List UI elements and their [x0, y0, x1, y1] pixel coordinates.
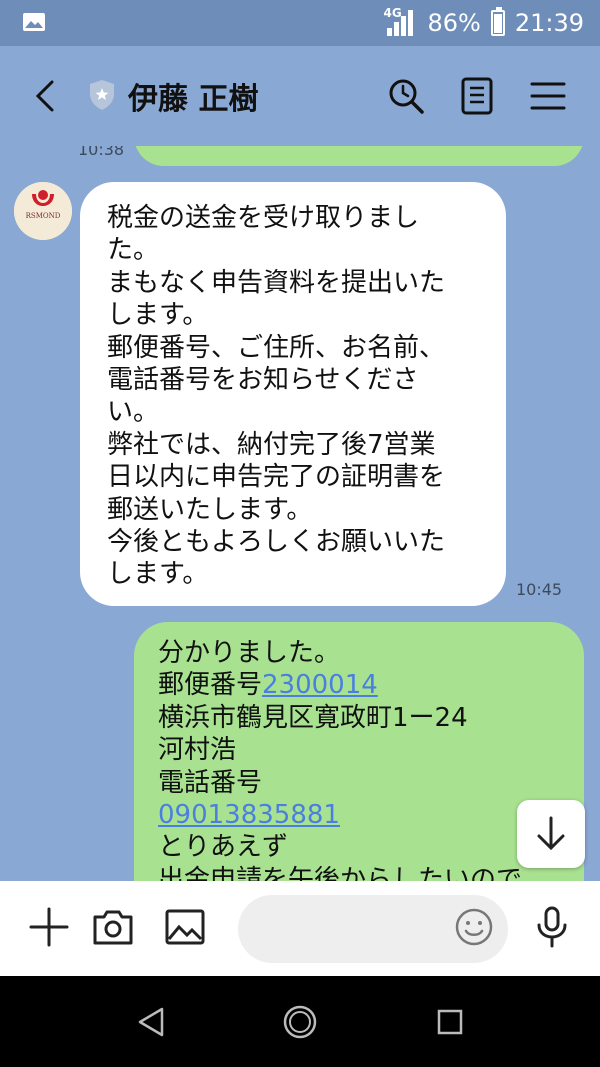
message-line: します。 [107, 559, 209, 590]
nav-home-icon[interactable] [282, 1004, 318, 1040]
incoming-timestamp: 10:45 [516, 580, 563, 599]
message-line: 出金申請を午後からしたいので [158, 864, 523, 881]
emoji-icon[interactable] [452, 905, 496, 949]
status-bar: 4G 86% 21:39 [0, 0, 600, 46]
plus-icon[interactable] [27, 905, 71, 949]
company-logo-icon [14, 182, 72, 240]
message-line: た。 [107, 235, 160, 266]
message-line: 郵便番号2300014 [158, 669, 564, 701]
nav-back-icon[interactable] [134, 1004, 170, 1040]
message-line: 電話番号 [158, 767, 263, 798]
battery-icon [490, 7, 505, 36]
message-line: 電話番号をお知らせくださ [107, 365, 419, 396]
battery-percent: 86% [427, 9, 481, 37]
message-text: 郵便番号 [158, 670, 263, 701]
postal-code-link[interactable]: 2300014 [262, 670, 378, 700]
message-line: 09013835881 [158, 799, 564, 831]
message-line: 横浜市鶴見区寛政町1ー24 [158, 702, 468, 733]
message-line: 郵便番号、ご住所、お名前、 [107, 332, 446, 363]
clock: 21:39 [514, 9, 584, 37]
image-icon[interactable] [163, 905, 207, 949]
system-navigation-bar [0, 976, 600, 1067]
chat-title: 伊藤 正樹 [128, 82, 259, 117]
message-line: 郵送いたします。 [107, 494, 313, 525]
input-bar [0, 881, 600, 976]
nav-recents-icon[interactable] [432, 1004, 468, 1040]
previous-outgoing-bubble[interactable] [134, 146, 584, 166]
arrow-down-icon [537, 816, 565, 851]
message-line: 日以内に申告完了の証明書を [107, 462, 446, 493]
message-line: 分かりました。 [158, 638, 341, 668]
message-line: 弊社では、納付完了後7営業 [107, 429, 436, 460]
notes-icon[interactable] [458, 76, 498, 116]
menu-icon[interactable] [528, 76, 568, 116]
chat-header: 伊藤 正樹 [0, 46, 600, 146]
phone-number-link[interactable]: 09013835881 [158, 800, 340, 830]
microphone-icon[interactable] [530, 905, 574, 949]
scroll-to-bottom-button[interactable] [517, 800, 585, 868]
chat-area[interactable]: 10:38 RSMOND 税金の送金を受け取りまし た。 まもなく申告資料を提出いた… [0, 146, 600, 881]
shield-icon [90, 80, 114, 110]
previous-timestamp: 10:38 [78, 146, 125, 159]
message-line: まもなく申告資料を提出いた [107, 267, 446, 298]
message-line: 税金の送金を受け取りまし [107, 203, 420, 233]
message-line: 今後ともよろしくお願いいた [107, 527, 446, 558]
incoming-message-bubble[interactable]: 税金の送金を受け取りまし た。 まもなく申告資料を提出いた します。 郵便番号、ご住所、… [80, 182, 506, 606]
message-line: とりあえず [158, 832, 289, 863]
message-line: 河村浩 [158, 735, 237, 766]
signal-icon: 4G [383, 6, 417, 38]
message-line: い。 [107, 397, 160, 428]
image-notification-icon [23, 13, 45, 31]
network-type: 4G [383, 6, 402, 20]
camera-icon[interactable] [91, 905, 135, 949]
avatar[interactable]: RSMOND [14, 182, 72, 240]
logo-text: RSMOND [25, 212, 61, 220]
search-icon[interactable] [386, 76, 426, 116]
back-arrow-icon[interactable] [30, 78, 66, 114]
message-line: します。 [107, 300, 209, 331]
